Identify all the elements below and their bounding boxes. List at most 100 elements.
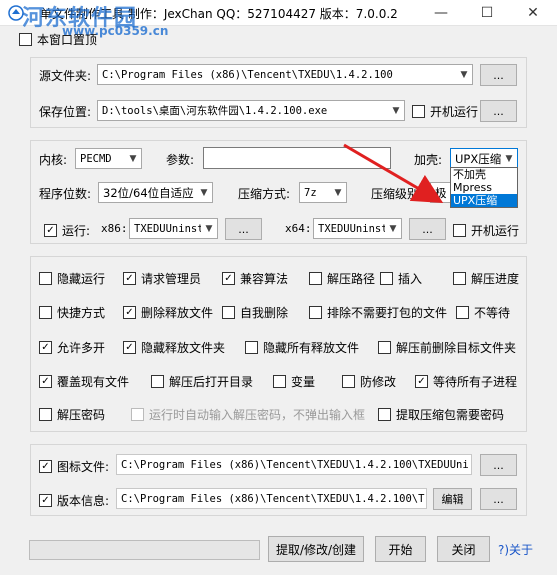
checkbox-box[interactable]: ✓ bbox=[222, 272, 235, 285]
icon-file-path[interactable]: C:\Program Files (x86)\Tencent\TXEDU\1.4… bbox=[116, 454, 472, 475]
option-checkbox[interactable]: 排除不需要打包的文件 bbox=[309, 304, 447, 321]
run-x64-browse-button[interactable]: ... bbox=[409, 218, 446, 240]
checkbox-box[interactable] bbox=[245, 341, 258, 354]
close-window-button[interactable]: ✕ bbox=[510, 0, 556, 26]
version-info-path[interactable]: C:\Program Files (x86)\Tencent\TXEDU\1.4… bbox=[116, 488, 427, 509]
chevron-down-icon[interactable]: ▼ bbox=[201, 219, 217, 238]
checkbox-box[interactable] bbox=[222, 306, 235, 319]
version-info-browse-button[interactable]: ... bbox=[480, 488, 517, 510]
shell-dropdown-list[interactable]: 不加壳 Mpress UPX压缩 bbox=[450, 167, 518, 208]
checkbox-box[interactable]: ✓ bbox=[415, 375, 428, 388]
start-button[interactable]: 开始 bbox=[375, 536, 426, 562]
run-x64-label: x64: bbox=[285, 222, 312, 235]
chevron-down-icon[interactable]: ▼ bbox=[385, 219, 401, 238]
checkbox-box[interactable]: ✓ bbox=[123, 272, 136, 285]
checkbox-box[interactable] bbox=[342, 375, 355, 388]
checkbox-box[interactable] bbox=[453, 224, 466, 237]
chevron-down-icon[interactable]: ▼ bbox=[456, 65, 472, 84]
option-checkbox[interactable]: 隐藏所有释放文件 bbox=[245, 339, 359, 356]
option-checkbox[interactable]: 变量 bbox=[273, 373, 315, 390]
run-x86-browse-button[interactable]: ... bbox=[225, 218, 262, 240]
close-button[interactable]: 关闭 bbox=[437, 536, 490, 562]
source-folder-combo[interactable]: C:\Program Files (x86)\Tencent\TXEDU\1.4… bbox=[97, 64, 473, 85]
checkbox-box[interactable]: ✓ bbox=[39, 341, 52, 354]
extract-modify-create-button[interactable]: 提取/修改/创建 bbox=[268, 536, 364, 562]
option-checkbox[interactable]: 解压路径 bbox=[309, 270, 375, 287]
checkbox-box[interactable]: ✓ bbox=[123, 341, 136, 354]
option-checkbox[interactable]: 解压前删除目标文件夹 bbox=[378, 339, 516, 356]
chevron-down-icon[interactable]: ▼ bbox=[125, 149, 141, 168]
checkbox-box[interactable] bbox=[19, 33, 32, 46]
option-checkbox[interactable]: 防修改 bbox=[342, 373, 396, 390]
option-checkbox[interactable]: ✓ 请求管理员 bbox=[123, 270, 201, 287]
save-label: 保存位置: bbox=[39, 105, 92, 119]
option-checkbox[interactable]: ✓ 隐藏释放文件夹 bbox=[123, 339, 225, 356]
option-label: 请求管理员 bbox=[141, 272, 202, 286]
option-checkbox[interactable]: ✓ 删除释放文件 bbox=[123, 304, 213, 321]
run-autorun-checkbox[interactable]: 开机运行 bbox=[453, 222, 519, 239]
checkbox-box[interactable] bbox=[309, 306, 322, 319]
checkbox-box[interactable]: ✓ bbox=[44, 224, 57, 237]
save-browse-button[interactable]: ... bbox=[480, 100, 517, 122]
option-label: 允许多开 bbox=[57, 341, 106, 355]
about-link[interactable]: ?)关于 bbox=[498, 541, 533, 558]
save-autorun-checkbox[interactable]: 开机运行 bbox=[412, 103, 478, 120]
checkbox-box[interactable] bbox=[39, 408, 52, 421]
checkbox-box[interactable] bbox=[273, 375, 286, 388]
icon-file-checkbox[interactable]: ✓ 图标文件: bbox=[39, 458, 109, 475]
chevron-down-icon[interactable]: ▼ bbox=[388, 101, 404, 120]
checkbox-box[interactable] bbox=[39, 306, 52, 319]
run-x64-value: TXEDUUninst bbox=[318, 222, 385, 235]
run-x86-combo[interactable]: TXEDUUninst ▼ bbox=[129, 218, 218, 239]
icon-file-browse-button[interactable]: ... bbox=[480, 454, 517, 476]
checkbox-box[interactable]: ✓ bbox=[39, 375, 52, 388]
option-checkbox[interactable]: 插入 bbox=[380, 270, 422, 287]
kernel-combo[interactable]: PECMD ▼ bbox=[75, 148, 142, 169]
shell-combo[interactable]: UPX压缩 ▼ bbox=[450, 148, 518, 169]
save-location-combo[interactable]: D:\tools\桌面\河东软件园\1.4.2.100.exe ▼ bbox=[97, 100, 405, 121]
option-checkbox[interactable]: ✓ 兼容算法 bbox=[222, 270, 288, 287]
chevron-down-icon[interactable]: ▼ bbox=[501, 149, 517, 168]
checkbox-box[interactable] bbox=[378, 341, 391, 354]
program-bits-combo[interactable]: 32位/64位自适应 ▼ bbox=[98, 182, 213, 203]
option-checkbox[interactable]: 快捷方式 bbox=[39, 304, 105, 321]
option-checkbox[interactable]: 隐藏运行 bbox=[39, 270, 105, 287]
option-checkbox[interactable]: ✓ 覆盖现有文件 bbox=[39, 373, 129, 390]
option-checkbox[interactable]: 解压进度 bbox=[453, 270, 519, 287]
checkbox-box[interactable] bbox=[309, 272, 322, 285]
params-label: 参数: bbox=[166, 153, 195, 167]
checkbox-box[interactable] bbox=[151, 375, 164, 388]
source-browse-button[interactable]: ... bbox=[480, 64, 517, 86]
maximize-button[interactable]: ☐ bbox=[464, 0, 510, 26]
program-bits-label: 程序位数: bbox=[39, 187, 92, 201]
option-checkbox[interactable]: 不等待 bbox=[456, 304, 510, 321]
checkbox-box[interactable] bbox=[412, 105, 425, 118]
option-label: 防修改 bbox=[360, 375, 397, 389]
run-x64-combo[interactable]: TXEDUUninst ▼ bbox=[313, 218, 402, 239]
checkbox-box[interactable]: ✓ bbox=[123, 306, 136, 319]
run-label: 运行: bbox=[62, 224, 91, 238]
option-checkbox[interactable]: 解压后打开目录 bbox=[151, 373, 253, 390]
checkbox-box[interactable]: ✓ bbox=[39, 460, 52, 473]
chevron-down-icon[interactable]: ▼ bbox=[196, 183, 212, 202]
option-checkbox[interactable]: ✓ 等待所有子进程 bbox=[415, 373, 517, 390]
shell-option[interactable]: Mpress bbox=[451, 181, 517, 194]
version-edit-button[interactable]: 编辑 bbox=[433, 488, 472, 510]
version-info-checkbox[interactable]: ✓ 版本信息: bbox=[39, 492, 109, 509]
kernel-label: 内核: bbox=[39, 153, 68, 167]
minimize-button[interactable]: — bbox=[418, 0, 464, 26]
checkbox-box[interactable] bbox=[39, 272, 52, 285]
checkbox-box[interactable] bbox=[380, 272, 393, 285]
shell-option-selected[interactable]: UPX压缩 bbox=[451, 194, 517, 207]
checkbox-box[interactable]: ✓ bbox=[39, 494, 52, 507]
option-checkbox[interactable]: 自我删除 bbox=[222, 304, 288, 321]
checkbox-box[interactable] bbox=[453, 272, 466, 285]
topmost-checkbox[interactable]: 本窗口置顶 bbox=[19, 31, 97, 48]
option-checkbox[interactable]: ✓ 允许多开 bbox=[39, 339, 105, 356]
option-checkbox[interactable]: 解压密码 bbox=[39, 406, 105, 423]
checkbox-box[interactable] bbox=[456, 306, 469, 319]
run-checkbox[interactable]: ✓ 运行: bbox=[44, 222, 90, 239]
option-checkbox[interactable]: 提取压缩包需要密码 bbox=[378, 406, 504, 423]
checkbox-box[interactable] bbox=[378, 408, 391, 421]
shell-option[interactable]: 不加壳 bbox=[451, 168, 517, 181]
